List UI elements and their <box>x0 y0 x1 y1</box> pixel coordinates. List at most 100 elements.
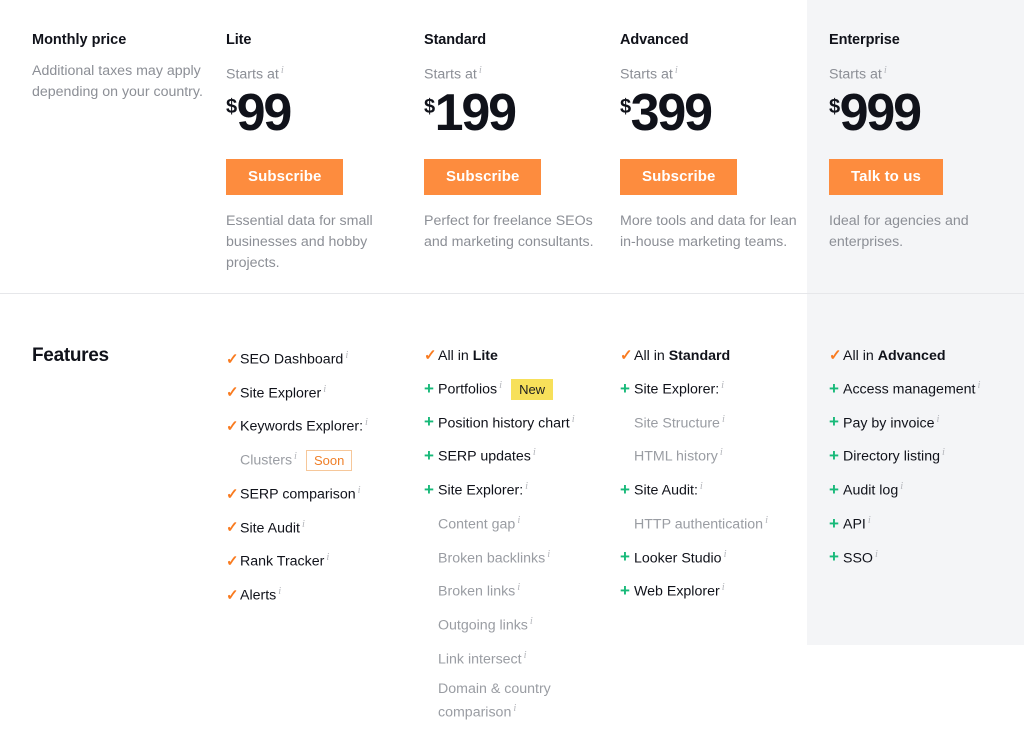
feature-list: ✓ SEO Dashboard i ✓ Site Explorer i ✓ Keywords … <box>226 346 410 606</box>
feature-sub-item: Outgoing links i <box>424 612 614 636</box>
feature-label: HTML history <box>634 449 718 466</box>
info-icon[interactable]: i <box>281 65 284 76</box>
feature-label: API <box>843 516 866 533</box>
feature-label-emphasis: Advanced <box>877 348 946 364</box>
plan-card-advanced: Advanced Starts at i $ 399 Subscribe More… <box>620 31 800 267</box>
price-amount: 399 <box>630 83 713 142</box>
info-icon[interactable]: i <box>884 65 887 76</box>
info-icon[interactable]: i <box>294 451 297 462</box>
info-icon[interactable]: i <box>900 481 903 492</box>
feature-label-wrap: Content gap i <box>438 511 520 535</box>
feature-label: All in Advanced <box>843 348 946 364</box>
feature-label: Keywords Explorer: <box>240 419 364 436</box>
info-icon[interactable]: i <box>525 481 528 492</box>
feature-label-wrap: Site Audit: i <box>634 477 703 501</box>
feature-label: Clusters <box>240 452 293 469</box>
subscribe-button[interactable]: Subscribe <box>424 158 542 195</box>
subscribe-button[interactable]: Subscribe <box>620 158 738 195</box>
info-icon[interactable]: i <box>499 380 502 391</box>
starts-at-row: Starts at i <box>424 61 604 85</box>
feature-label: Domain & country comparison <box>438 680 551 721</box>
talk-to-us-button[interactable]: Talk to us <box>829 158 943 195</box>
feature-label-emphasis: Lite <box>472 348 498 364</box>
feature-item: + SERP updates i <box>424 443 614 467</box>
info-icon[interactable]: i <box>479 65 482 76</box>
info-icon[interactable]: i <box>700 481 703 492</box>
features-column-enterprise: ✓ All in Advanced + Access management i + Pay … <box>829 346 1014 578</box>
info-icon[interactable]: i <box>533 447 536 458</box>
info-icon[interactable]: i <box>365 417 368 428</box>
info-icon[interactable]: i <box>675 65 678 76</box>
info-icon[interactable]: i <box>721 380 724 391</box>
feature-item: ✓ Rank Tracker i <box>226 548 410 572</box>
info-icon[interactable]: i <box>868 515 871 526</box>
info-icon[interactable]: i <box>326 552 329 563</box>
feature-label-wrap: HTTP authentication i <box>634 511 768 535</box>
feature-item: + Pay by invoice i <box>829 410 1014 434</box>
price-amount: 199 <box>434 83 517 142</box>
info-icon[interactable]: i <box>358 485 361 496</box>
feature-label-wrap: Site Explorer: i <box>438 477 528 501</box>
plus-icon: + <box>620 581 630 601</box>
subscribe-button[interactable]: Subscribe <box>226 158 344 195</box>
info-icon[interactable]: i <box>977 380 980 391</box>
feature-label-emphasis: Standard <box>668 348 731 364</box>
plan-card-standard: Standard Starts at i $ 199 Subscribe Perf… <box>424 31 604 267</box>
info-icon[interactable]: i <box>722 582 725 593</box>
plus-icon: + <box>424 479 434 499</box>
plus-icon: + <box>829 446 839 466</box>
starts-at-label: Starts at <box>829 66 882 83</box>
features-heading-column: Features <box>32 344 212 368</box>
starts-at-row: Starts at i <box>829 61 1009 85</box>
price-amount: 99 <box>236 83 293 142</box>
info-icon[interactable]: i <box>323 384 326 395</box>
info-icon[interactable]: i <box>572 414 575 425</box>
plus-icon: + <box>424 412 434 432</box>
feature-label: Pay by invoice <box>843 415 935 432</box>
starts-at-row: Starts at i <box>620 61 800 85</box>
feature-item: + Web Explorer i <box>620 578 810 602</box>
feature-label-wrap: Broken links i <box>438 578 520 602</box>
feature-sub-item: Broken backlinks i <box>424 545 614 569</box>
feature-item: + Looker Studio i <box>620 545 810 569</box>
feature-label: Web Explorer <box>634 584 720 601</box>
info-icon[interactable]: i <box>513 703 516 714</box>
feature-item: + Position history chart i <box>424 410 614 434</box>
info-icon[interactable]: i <box>936 414 939 425</box>
feature-label-wrap: Site Explorer i <box>240 380 326 404</box>
check-icon: ✓ <box>226 553 239 571</box>
feature-label: Directory listing <box>843 449 940 466</box>
info-icon[interactable]: i <box>875 549 878 560</box>
feature-label: Access management <box>843 381 976 398</box>
feature-label-wrap: HTML history i <box>634 443 723 467</box>
feature-item: + Site Explorer: i <box>620 376 810 400</box>
info-icon[interactable]: i <box>345 350 348 361</box>
feature-label: Alerts <box>240 587 277 604</box>
info-icon[interactable]: i <box>524 650 527 661</box>
feature-label-wrap: API i <box>843 511 871 535</box>
info-icon[interactable]: i <box>724 549 727 560</box>
feature-item: ✓ SERP comparison i <box>226 481 410 505</box>
starts-at-label: Starts at <box>620 66 673 83</box>
info-icon[interactable]: i <box>278 586 281 597</box>
price: $ 99 <box>226 83 406 142</box>
info-icon[interactable]: i <box>942 447 945 458</box>
feature-label-wrap: Access management i <box>843 376 980 400</box>
info-icon[interactable]: i <box>765 515 768 526</box>
info-icon[interactable]: i <box>517 582 520 593</box>
plan-name: Advanced <box>620 32 689 48</box>
info-icon[interactable]: i <box>720 447 723 458</box>
feature-label-wrap: Broken backlinks i <box>438 545 550 569</box>
feature-item: ✓ All in Lite <box>424 346 614 366</box>
feature-sub-item: Content gap i <box>424 511 614 535</box>
info-icon[interactable]: i <box>517 515 520 526</box>
feature-item: ✓ Keywords Explorer: i <box>226 413 410 437</box>
feature-label: SERP comparison <box>240 486 356 503</box>
info-icon[interactable]: i <box>722 414 725 425</box>
check-icon: ✓ <box>226 586 239 604</box>
feature-label: Site Structure <box>634 415 720 432</box>
info-icon[interactable]: i <box>530 616 533 627</box>
check-icon: ✓ <box>226 418 239 436</box>
info-icon[interactable]: i <box>547 549 550 560</box>
info-icon[interactable]: i <box>302 519 305 530</box>
